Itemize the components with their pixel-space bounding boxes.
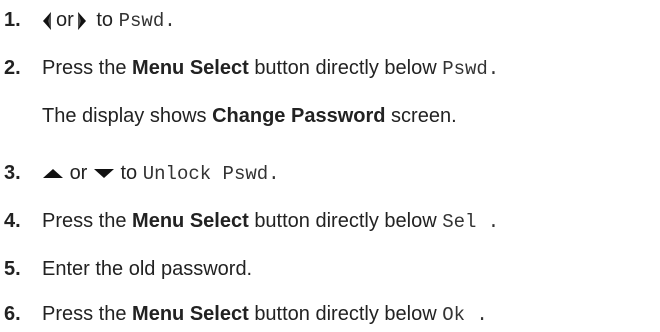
display-code: Pswd. — [118, 10, 176, 32]
display-code: Pswd. — [442, 58, 500, 80]
step-text: or to Unlock Pswd. — [42, 161, 280, 186]
triangle-left-icon — [42, 11, 52, 31]
step-number: 5. — [4, 258, 21, 280]
button-name: Menu Select — [132, 303, 249, 325]
display-code: Ok . — [442, 304, 488, 326]
button-name: Menu Select — [132, 210, 249, 232]
step-number: 6. — [4, 303, 21, 325]
screen-name: Change Password — [212, 105, 386, 127]
step-text: Enter the old password. — [42, 258, 253, 280]
step-number: 2. — [4, 57, 21, 79]
step-text: Press the Menu Select button directly be… — [42, 210, 500, 233]
button-name: Menu Select — [132, 57, 249, 79]
triangle-right-icon — [77, 11, 87, 31]
triangle-down-icon — [93, 167, 115, 179]
step-number: 4. — [4, 210, 21, 232]
step-number: 1. — [4, 9, 21, 31]
step-number: 3. — [4, 162, 21, 184]
display-code: Unlock Pswd. — [142, 163, 280, 185]
display-code: Sel . — [442, 211, 500, 233]
step-text: Press the Menu Select button directly be… — [42, 57, 500, 80]
step-text: or to Pswd. — [42, 8, 176, 33]
step-result-text: The display shows Change Password screen… — [42, 105, 457, 127]
step-text: Press the Menu Select button directly be… — [42, 303, 488, 326]
triangle-up-icon — [42, 167, 64, 179]
